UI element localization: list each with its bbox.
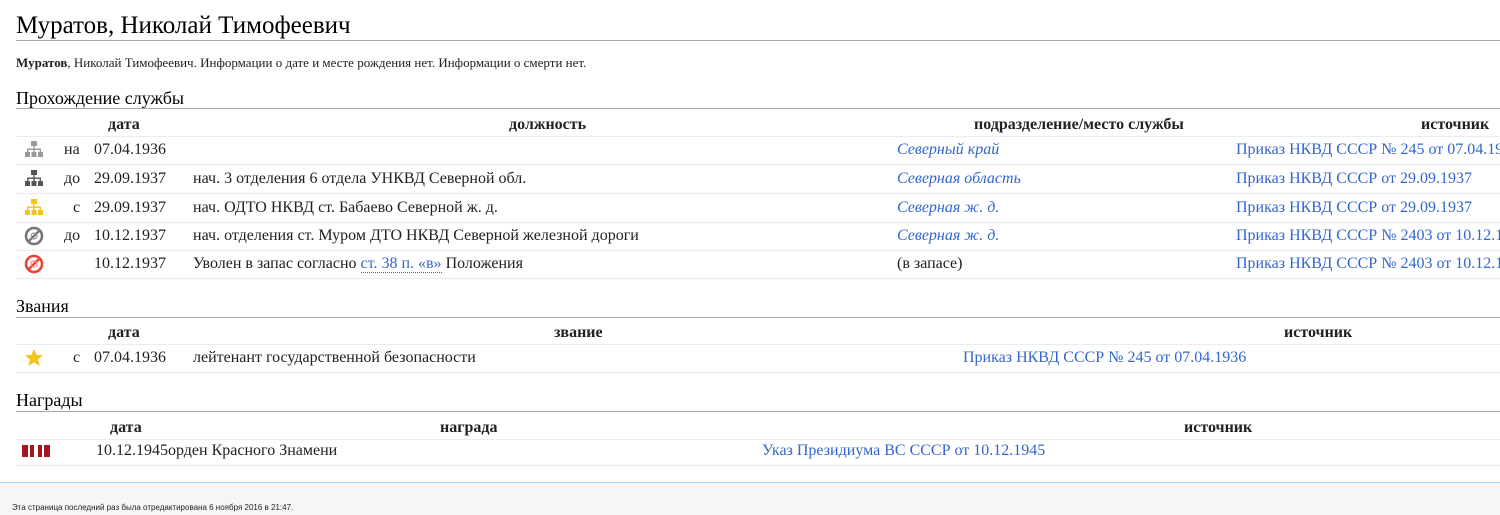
row-prep: до xyxy=(64,227,81,244)
ranks-table-header: дата звание источник xyxy=(16,324,1500,345)
col-date: дата xyxy=(108,324,140,341)
row-date: 07.04.1936 xyxy=(94,349,166,366)
source-link[interactable]: Приказ НКВД СССР № 2403 от 10.12.1937 xyxy=(1236,250,1500,278)
service-divider xyxy=(16,108,1500,109)
rank-row: с 07.04.1936 лейтенант государственной б… xyxy=(16,344,1500,373)
row-award: орден Красного Знамени xyxy=(168,442,338,459)
org-chart-icon xyxy=(25,141,43,157)
unit-link[interactable]: Северная область xyxy=(897,165,1021,193)
col-rank: звание xyxy=(554,324,603,341)
title-divider xyxy=(16,40,1500,41)
star-icon xyxy=(25,349,43,366)
col-award: награда xyxy=(440,419,498,436)
unit-link[interactable]: Северный край xyxy=(897,136,999,164)
row-position: нач. ОДТО НКВД ст. Бабаево Северной ж. д… xyxy=(193,199,498,216)
awards-heading: Награды xyxy=(16,390,83,410)
row-position: Уволен в запас согласно ст. 38 п. «в» По… xyxy=(193,250,523,278)
source-link[interactable]: Приказ НКВД СССР от 29.09.1937 xyxy=(1236,194,1472,222)
row-prep: на xyxy=(64,141,80,158)
source-link[interactable]: Указ Президиума ВС СССР от 10.12.1945 xyxy=(762,437,1045,465)
regulation-link[interactable]: ст. 38 п. «в» xyxy=(360,255,442,273)
prohibited-icon xyxy=(24,254,44,274)
row-date: 29.09.1937 xyxy=(94,199,166,216)
row-date: 10.12.1945 xyxy=(96,442,168,459)
summary-surname: Муратов xyxy=(16,55,68,70)
service-row: до 29.09.1937 нач. 3 отделения 6 отдела … xyxy=(16,165,1500,194)
row-date: 29.09.1937 xyxy=(94,170,166,187)
last-edited-text: Эта страница последний раз была отредакт… xyxy=(12,503,294,512)
service-row: с 29.09.1937 нач. ОДТО НКВД ст. Бабаево … xyxy=(16,194,1500,223)
service-row: на 07.04.1936 Северный край Приказ НКВД … xyxy=(16,136,1500,165)
row-position: нач. отделения ст. Муром ДТО НКВД Северн… xyxy=(193,227,639,244)
service-table-header: дата должность подразделение/место служб… xyxy=(16,116,1500,137)
unit-link[interactable]: Северная ж. д. xyxy=(897,222,999,250)
position-text: Положения xyxy=(441,255,523,272)
service-row: 10.12.1937 Уволен в запас согласно ст. 3… xyxy=(16,250,1500,279)
summary-text: Муратов, Николай Тимофеевич. Информации … xyxy=(16,55,586,71)
col-source: источник xyxy=(1421,116,1490,133)
prohibited-icon xyxy=(24,226,44,246)
col-position: должность xyxy=(509,116,587,133)
service-heading: Прохождение службы xyxy=(16,88,184,108)
summary-rest: , Николай Тимофеевич. Информации о дате … xyxy=(67,55,587,70)
row-unit: (в запасе) xyxy=(897,255,963,272)
row-prep: до xyxy=(64,170,81,187)
row-position: нач. 3 отделения 6 отдела УНКВД Северной… xyxy=(193,170,527,187)
source-link[interactable]: Приказ НКВД СССР от 29.09.1937 xyxy=(1236,165,1472,193)
ranks-heading: Звания xyxy=(16,296,69,316)
org-chart-icon xyxy=(25,199,43,215)
row-prep: с xyxy=(73,349,81,366)
row-rank: лейтенант государственной безопасности xyxy=(193,349,476,366)
row-date: 10.12.1937 xyxy=(94,255,166,272)
source-link[interactable]: Приказ НКВД СССР № 245 от 07.04.1936 xyxy=(1236,136,1500,164)
source-link[interactable]: Приказ НКВД СССР № 245 от 07.04.1936 xyxy=(963,344,1246,372)
page-title: Муратов, Николай Тимофеевич xyxy=(16,12,351,39)
col-date: дата xyxy=(110,419,142,436)
row-prep: с xyxy=(73,199,81,216)
ranks-divider xyxy=(16,317,1500,318)
position-text: Уволен в запас согласно xyxy=(193,255,361,272)
ribbon-icon xyxy=(22,445,50,457)
award-row: 10.12.1945 орден Красного Знамени Указ П… xyxy=(16,437,1500,466)
row-date: 07.04.1936 xyxy=(94,141,166,158)
source-link[interactable]: Приказ НКВД СССР № 2403 от 10.12.1937 xyxy=(1236,222,1500,250)
col-source: источник xyxy=(1184,419,1253,436)
row-date: 10.12.1937 xyxy=(94,227,166,244)
col-date: дата xyxy=(108,116,140,133)
unit-link[interactable]: Северная ж. д. xyxy=(897,194,999,222)
col-unit: подразделение/место службы xyxy=(974,116,1184,133)
col-source: источник xyxy=(1284,324,1353,341)
awards-divider xyxy=(16,411,1500,412)
service-row: до 10.12.1937 нач. отделения ст. Муром Д… xyxy=(16,222,1500,251)
org-chart-icon xyxy=(25,170,43,186)
